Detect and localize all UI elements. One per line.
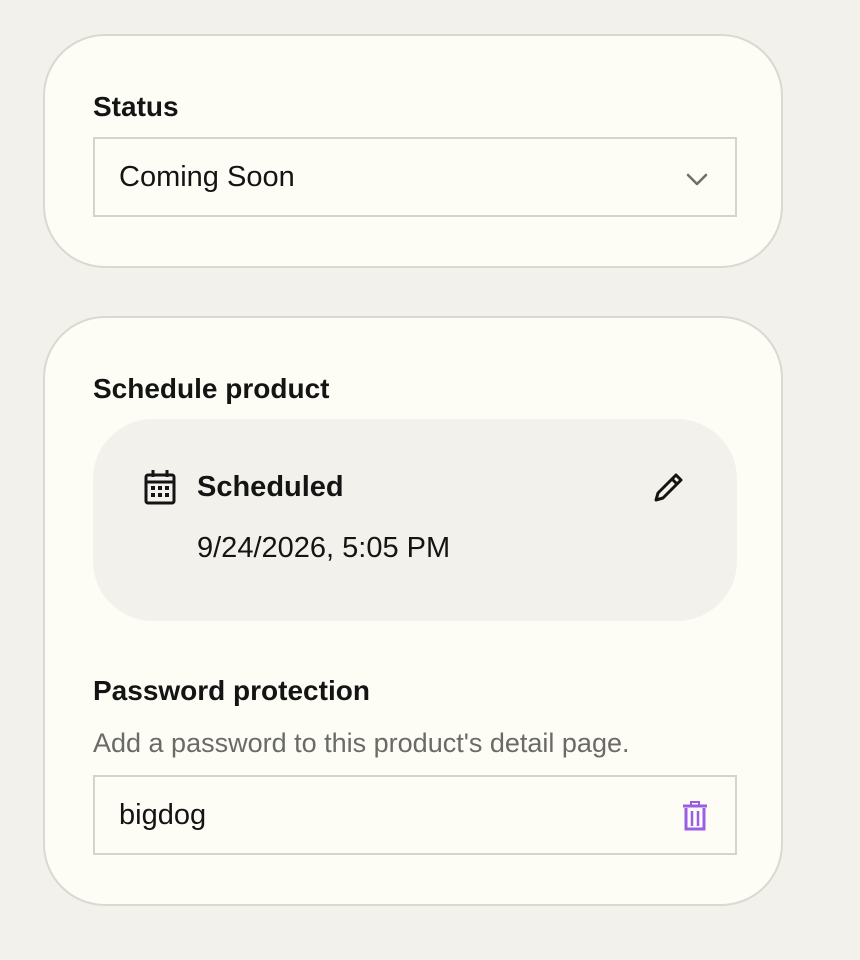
status-select-value: Coming Soon bbox=[119, 161, 295, 193]
password-field[interactable]: bigdog bbox=[93, 775, 737, 855]
scheduled-title: Scheduled bbox=[197, 471, 344, 503]
scheduled-datetime: 9/24/2026, 5:05 PM bbox=[197, 532, 451, 564]
password-protection-label: Password protection bbox=[93, 675, 370, 706]
password-description: Add a password to this product's detail … bbox=[93, 728, 630, 758]
schedule-card: Schedule product Scheduled 9/24/2026, 5:… bbox=[43, 316, 783, 906]
pencil-icon[interactable] bbox=[651, 469, 687, 505]
calendar-icon bbox=[144, 470, 176, 505]
scheduled-panel: Scheduled 9/24/2026, 5:05 PM bbox=[93, 419, 737, 621]
status-label: Status bbox=[93, 91, 179, 122]
status-select[interactable]: Coming Soon bbox=[93, 137, 737, 217]
status-card: Status Coming Soon bbox=[43, 34, 783, 268]
trash-icon[interactable] bbox=[681, 801, 709, 831]
chevron-down-icon bbox=[686, 173, 708, 186]
schedule-product-label: Schedule product bbox=[93, 373, 330, 404]
password-value[interactable]: bigdog bbox=[119, 799, 206, 832]
